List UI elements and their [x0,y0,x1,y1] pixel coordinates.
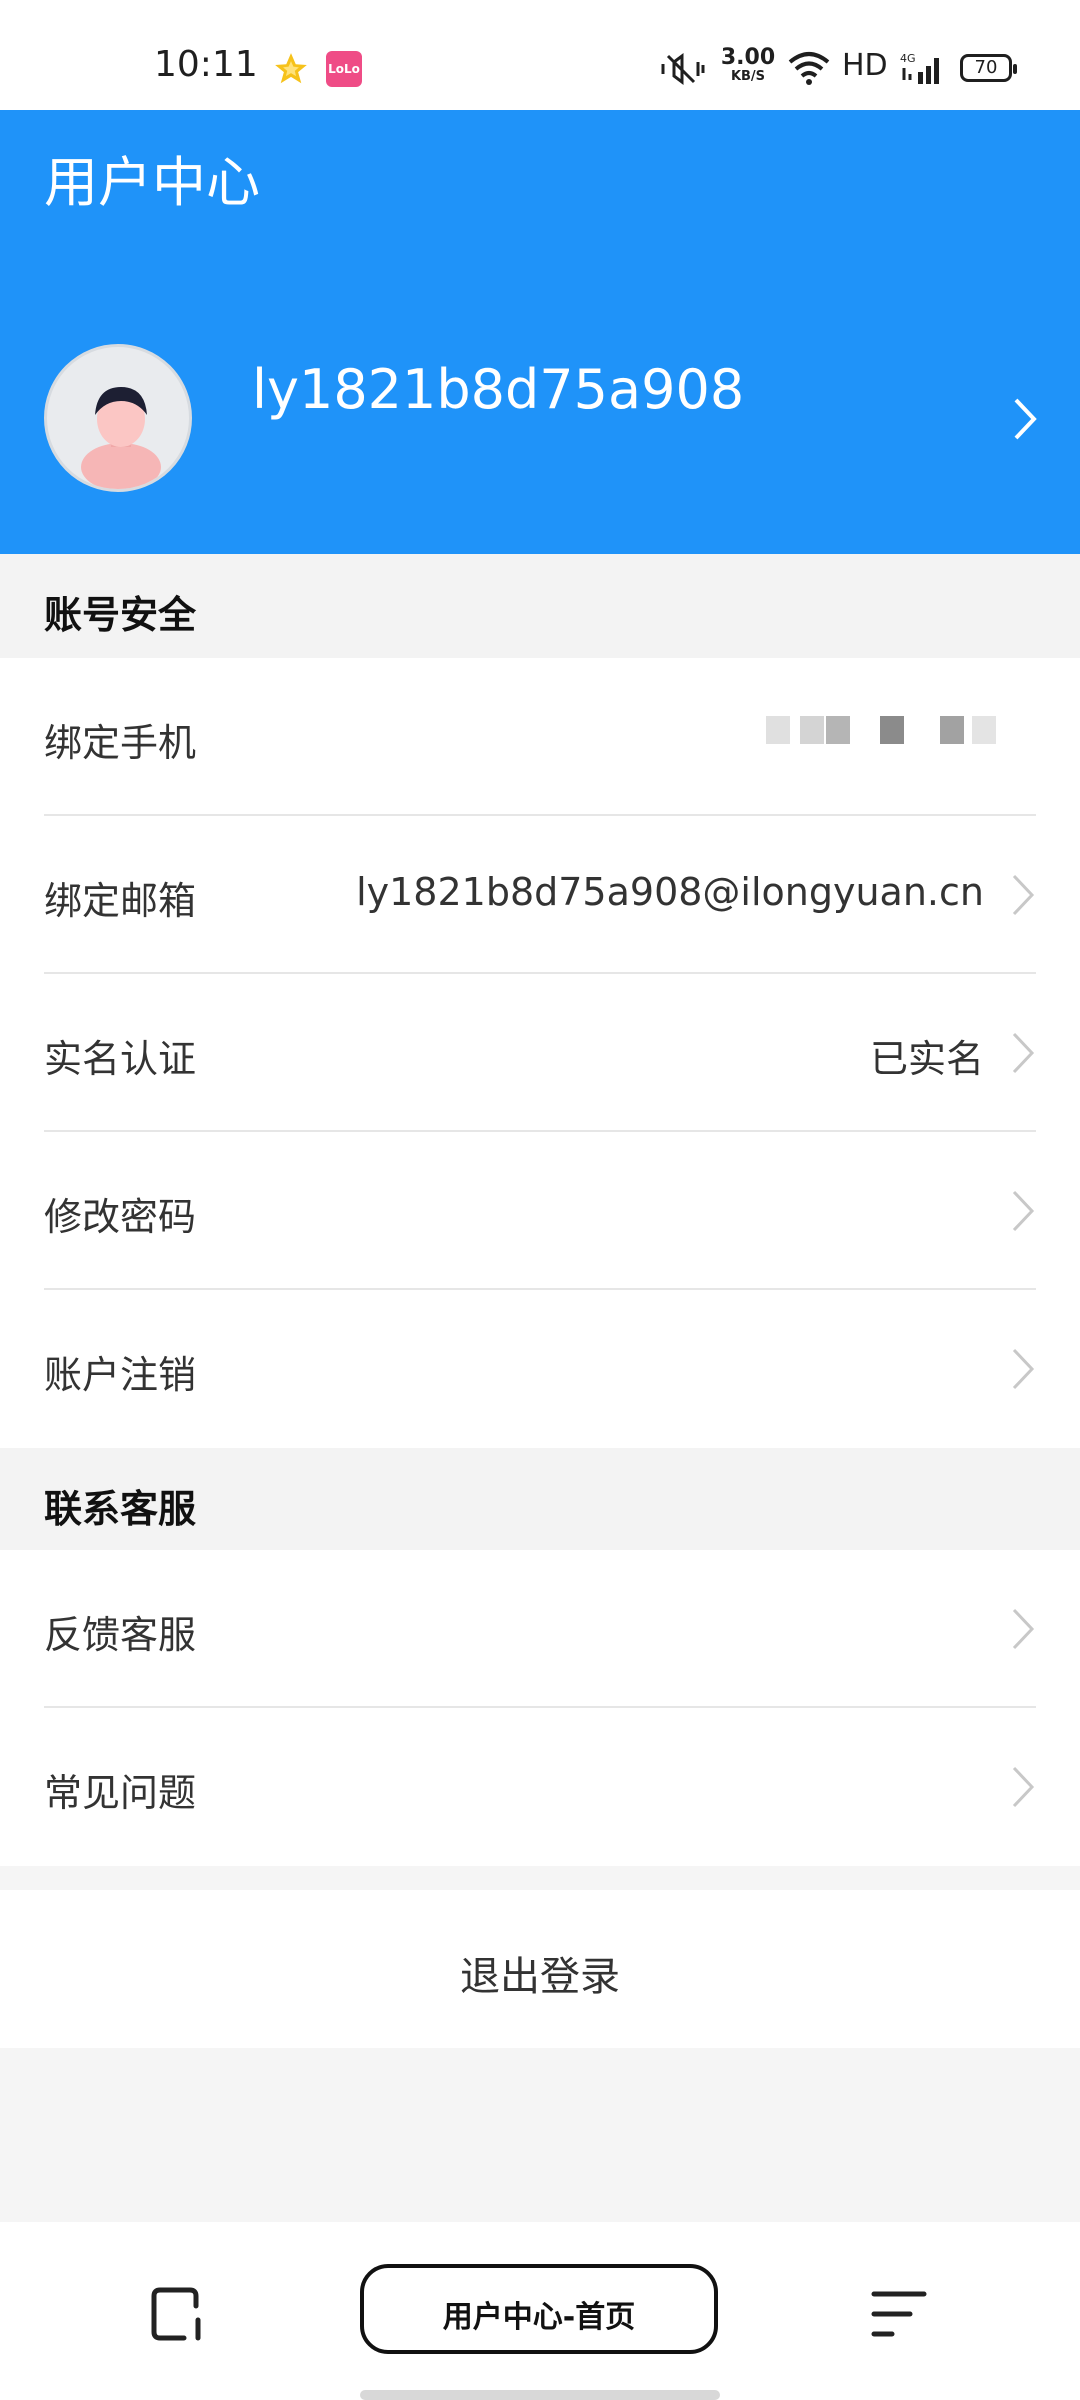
section-account-security: 账号安全 [0,554,1080,658]
row-label: 绑定邮箱 [44,879,197,923]
current-page-pill[interactable]: 用户中心-首页 [360,2264,718,2354]
row-real-name[interactable]: 实名认证 已实名 [0,974,1080,1132]
user-header[interactable]: 用户中心 ly1821b8d75a908 [0,110,1080,554]
app-notification-icon: LoLo [326,51,362,87]
section-title-account-security: 账号安全 [44,593,197,637]
row-label: 常见问题 [44,1771,197,1815]
hd-indicator: HD [842,48,888,83]
status-time: 10:11 [154,44,258,85]
chevron-right-icon [1012,1766,1035,1808]
logout-label: 退出登录 [460,1954,620,2000]
row-faq[interactable]: 常见问题 [0,1708,1080,1866]
section-contact-support: 联系客服 [0,1448,1080,1552]
row-bind-email[interactable]: 绑定邮箱 ly1821b8d75a908@ilongyuan.cn [0,816,1080,974]
chevron-right-icon [1012,1348,1035,1390]
mute-icon [661,53,705,85]
avatar-person-icon [81,387,161,489]
page-title: 用户中心 [44,151,260,214]
bottom-nav-bar: 用户中心-首页 [0,2222,1080,2400]
chevron-right-icon [1012,1032,1035,1074]
recent-apps-icon[interactable] [150,2286,206,2342]
network-speed: 3.00 KB/S [720,46,776,84]
star-notification-icon [275,53,307,84]
chevron-right-icon [1012,1608,1035,1650]
chevron-right-icon [1012,1190,1035,1232]
section-title-contact-support: 联系客服 [44,1487,197,1531]
signal-icon: 4G [900,52,939,84]
battery-indicator: 70 [960,54,1017,82]
network-speed-unit: KB/S [730,69,766,84]
wifi-icon [788,52,830,85]
logout-button[interactable]: 退出登录 [0,1890,1080,2048]
row-bind-phone[interactable]: 绑定手机 [0,658,1080,816]
row-label: 实名认证 [44,1037,197,1081]
row-label: 账户注销 [44,1353,197,1397]
current-page-label: 用户中心-首页 [442,2300,636,2335]
email-value: ly1821b8d75a908@ilongyuan.cn [356,870,984,914]
row-feedback[interactable]: 反馈客服 [0,1550,1080,1708]
row-label: 修改密码 [44,1195,197,1239]
status-bar: 10:11 LoLo 3.00 KB/S HD 4G 70 [0,0,1080,110]
row-change-password[interactable]: 修改密码 [0,1132,1080,1290]
chevron-right-icon [1012,874,1035,916]
home-indicator[interactable] [360,2390,720,2400]
row-delete-account[interactable]: 账户注销 [0,1290,1080,1448]
network-speed-value: 3.00 [720,45,776,70]
real-name-status: 已实名 [869,1037,984,1081]
signal-type-label: 4G [900,52,916,65]
chevron-right-icon[interactable] [1010,392,1040,446]
row-label: 反馈客服 [44,1613,197,1657]
menu-icon[interactable] [870,2288,928,2340]
avatar[interactable] [44,344,192,492]
row-label: 绑定手机 [44,721,197,765]
username: ly1821b8d75a908 [252,358,745,421]
